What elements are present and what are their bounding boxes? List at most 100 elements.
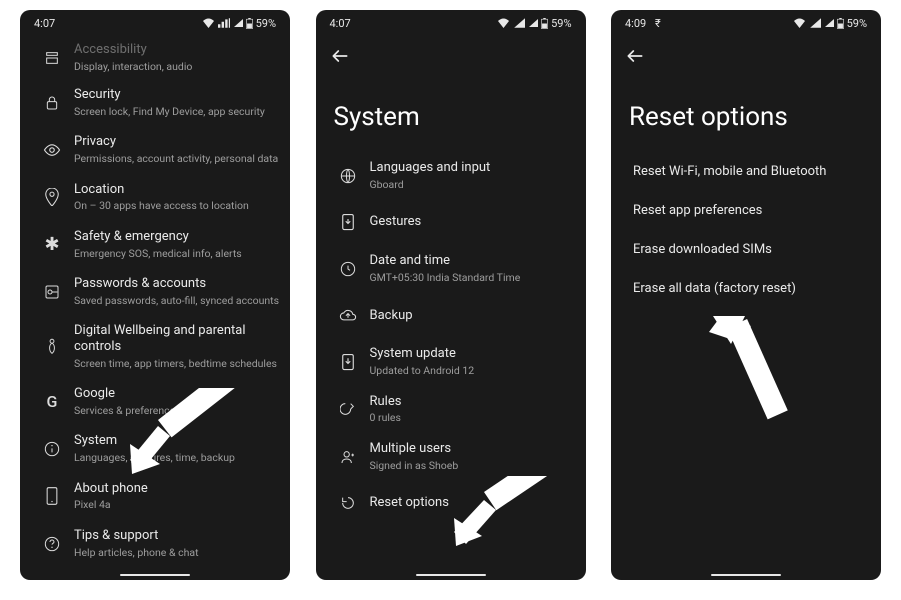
- row-title: Privacy: [74, 134, 280, 150]
- reset-item-wifi[interactable]: Reset Wi-Fi, mobile and Bluetooth: [615, 152, 877, 191]
- signal-icon: [809, 18, 821, 28]
- gestures-icon: [341, 213, 355, 231]
- status-right: 59%: [793, 17, 867, 30]
- nav-indicator[interactable]: [711, 574, 781, 576]
- signal-icon-2: [233, 18, 243, 28]
- system-item-rules[interactable]: Rules0 rules: [320, 386, 582, 433]
- wifi-icon: [497, 18, 510, 28]
- status-time: 4:07: [34, 17, 55, 30]
- status-bar: 4:07 59%: [316, 10, 586, 36]
- row-title: About phone: [74, 481, 280, 497]
- row-sub: Display, interaction, audio: [74, 60, 280, 74]
- lock-icon: [44, 95, 60, 111]
- phone-icon: [46, 487, 58, 505]
- reset-icon: [340, 495, 356, 511]
- row-sub: Help articles, phone & chat: [74, 546, 280, 560]
- system-item-reset[interactable]: Reset options: [320, 480, 582, 526]
- system-item-update[interactable]: System update Updated to Android 12: [320, 338, 582, 385]
- wellbeing-icon: [44, 338, 60, 356]
- row-sub: Screen lock, Find My Device, app securit…: [74, 105, 280, 119]
- back-button[interactable]: [625, 46, 645, 66]
- row-title: Rules: [370, 394, 576, 410]
- status-bar: 4:09 ₹ 59%: [611, 10, 881, 36]
- row-title: Reset options: [370, 495, 576, 511]
- status-bar: 4:07 59%: [20, 10, 290, 36]
- reset-item-erase-sims[interactable]: Erase downloaded SIMs: [615, 230, 877, 269]
- key-icon: [44, 284, 60, 300]
- asterisk-icon: ✱: [44, 234, 59, 255]
- help-icon: [44, 536, 60, 552]
- settings-item-safety[interactable]: ✱ Safety & emergencyEmergency SOS, medic…: [24, 221, 286, 268]
- settings-item-about[interactable]: About phonePixel 4a: [24, 473, 286, 520]
- row-title: Google: [74, 386, 280, 402]
- row-sub: Languages, gestures, time, backup: [74, 451, 280, 465]
- status-left: 4:09 ₹: [625, 17, 661, 30]
- system-item-users[interactable]: Multiple users Signed in as Shoeb: [320, 433, 582, 480]
- row-title: Passwords & accounts: [74, 276, 280, 292]
- system-item-backup[interactable]: Backup: [320, 292, 582, 338]
- google-icon: G: [47, 392, 58, 411]
- row-sub: Updated to Android 12: [370, 364, 576, 378]
- accessibility-icon: [44, 50, 60, 66]
- row-title: Digital Wellbeing and parental controls: [74, 323, 280, 354]
- system-item-datetime[interactable]: Date and timeGMT+05:30 India Standard Ti…: [320, 245, 582, 292]
- page-title: System: [316, 76, 586, 152]
- row-sub: Gboard: [370, 178, 576, 192]
- users-icon: [340, 449, 356, 465]
- system-item-languages[interactable]: Languages and input Gboard: [320, 152, 582, 199]
- row-title: Backup: [370, 308, 576, 324]
- settings-item-system[interactable]: SystemLanguages, gestures, time, backup: [24, 425, 286, 472]
- settings-list[interactable]: AccessibilityDisplay, interaction, audio…: [20, 36, 290, 580]
- eye-icon: [43, 143, 61, 157]
- phone-system: 4:07 59% System Languages and input Gboar…: [316, 10, 586, 580]
- settings-item-wellbeing[interactable]: Digital Wellbeing and parental controlsS…: [24, 315, 286, 378]
- row-sub: Permissions, account activity, personal …: [74, 152, 280, 166]
- status-right: 59%: [497, 17, 571, 30]
- page-title: Reset options: [611, 76, 881, 152]
- toolbar: [611, 36, 881, 76]
- nav-indicator[interactable]: [416, 574, 486, 576]
- row-sub: Saved passwords, auto-fill, synced accou…: [74, 294, 280, 308]
- toolbar: [316, 36, 586, 76]
- nav-indicator[interactable]: [120, 574, 190, 576]
- location-icon: [45, 188, 59, 206]
- row-title: System update: [370, 346, 576, 362]
- system-list[interactable]: Languages and input Gboard Gestures Date …: [316, 152, 586, 580]
- settings-item-privacy[interactable]: Privacy Permissions, account activity, pe…: [24, 126, 286, 173]
- back-button[interactable]: [330, 46, 350, 66]
- row-sub: Services & preferences: [74, 404, 280, 418]
- info-icon: [44, 441, 60, 457]
- settings-item-google[interactable]: G Google Services & preferences: [24, 378, 286, 425]
- settings-item-tips[interactable]: Tips & support Help articles, phone & cha…: [24, 520, 286, 567]
- reset-item-app-prefs[interactable]: Reset app preferences: [615, 191, 877, 230]
- battery-icon: [541, 18, 548, 29]
- clock-icon: [340, 261, 356, 277]
- wifi-icon: [793, 18, 806, 28]
- status-right: 59%: [202, 17, 276, 30]
- system-item-gestures[interactable]: Gestures: [320, 199, 582, 245]
- settings-item-security[interactable]: SecurityScreen lock, Find My Device, app…: [24, 79, 286, 126]
- battery-icon: [837, 18, 844, 29]
- settings-item-accessibility[interactable]: AccessibilityDisplay, interaction, audio: [24, 36, 286, 79]
- row-title: Gestures: [370, 214, 576, 230]
- cloud-icon: [339, 308, 357, 322]
- phone-reset: 4:09 ₹ 59% Reset options Reset Wi-Fi, mo…: [611, 10, 881, 580]
- row-title: Tips & support: [74, 528, 280, 544]
- row-sub: Pixel 4a: [74, 498, 280, 512]
- reset-list[interactable]: Reset Wi-Fi, mobile and Bluetooth Reset …: [611, 152, 881, 580]
- settings-item-location[interactable]: LocationOn – 30 apps have access to loca…: [24, 174, 286, 221]
- signal-icon-2: [528, 18, 538, 28]
- row-title: Multiple users: [370, 441, 576, 457]
- status-time: 4:09: [625, 17, 646, 30]
- battery-pct: 59%: [256, 17, 276, 30]
- battery-icon: [246, 18, 253, 29]
- update-icon: [341, 353, 355, 371]
- signal-icon-2: [824, 18, 834, 28]
- settings-item-passwords[interactable]: Passwords & accounts Saved passwords, aut…: [24, 268, 286, 315]
- status-time: 4:07: [330, 17, 351, 30]
- reset-item-factory-reset[interactable]: Erase all data (factory reset): [615, 269, 877, 308]
- row-title: Languages and input: [370, 160, 576, 176]
- battery-pct: 59%: [551, 17, 571, 30]
- row-sub: Signed in as Shoeb: [370, 459, 576, 473]
- row-title: Location: [74, 182, 280, 198]
